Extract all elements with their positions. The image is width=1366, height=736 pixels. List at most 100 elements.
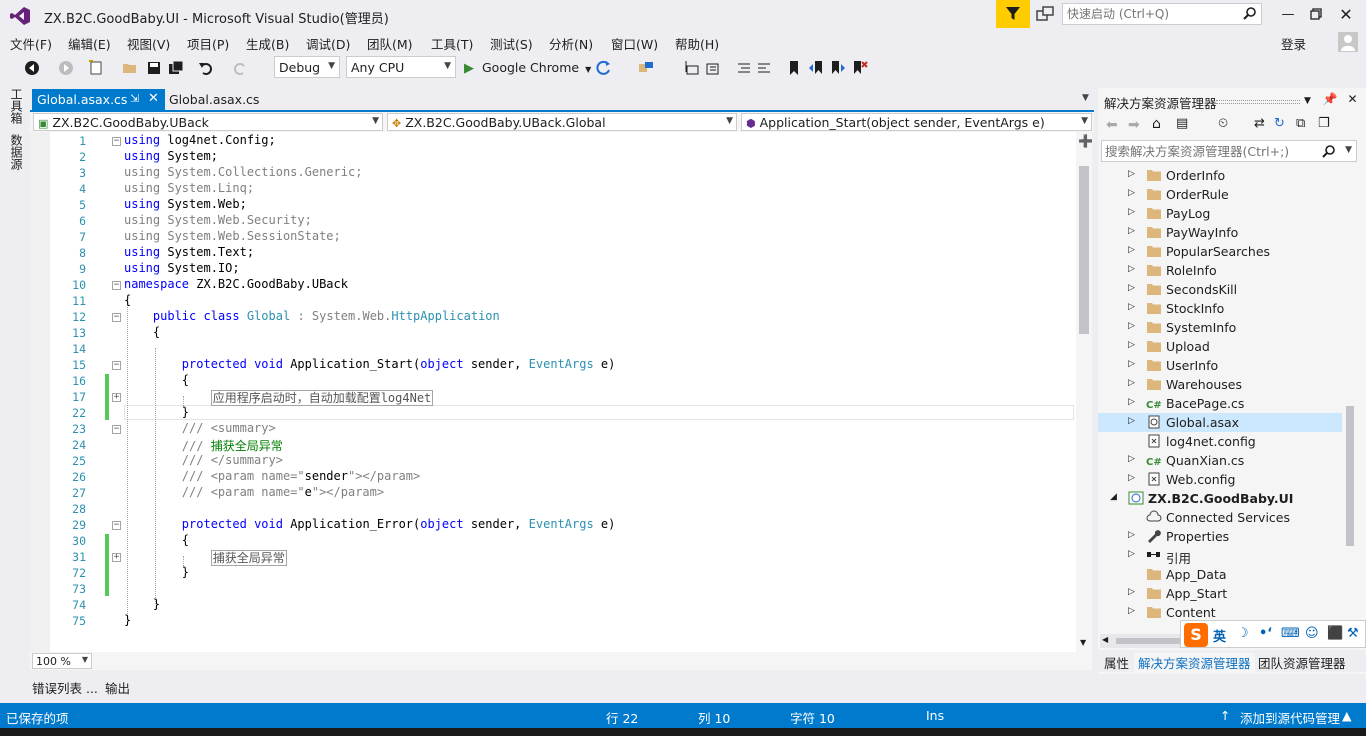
menu-edit[interactable]: 编辑(E) bbox=[68, 34, 111, 53]
outline-expand-toggle[interactable]: + bbox=[112, 553, 121, 562]
collapsed-region[interactable]: 捕获全局异常 bbox=[210, 550, 287, 566]
tree-expand-icon[interactable]: ▷ bbox=[1128, 416, 1135, 426]
search-icon[interactable] bbox=[1243, 6, 1257, 20]
tree-expand-icon[interactable]: ▷ bbox=[1128, 226, 1135, 236]
outline-collapse-toggle[interactable]: − bbox=[112, 521, 121, 530]
tree-expand-icon[interactable]: ▷ bbox=[1128, 302, 1135, 312]
tab-solution-explorer[interactable]: 解决方案资源管理器 bbox=[1134, 653, 1255, 672]
scrollbar-thumb[interactable] bbox=[1346, 406, 1354, 546]
outline-collapse-toggle[interactable]: − bbox=[112, 281, 121, 290]
tab-error-list[interactable]: 错误列表 ... bbox=[32, 678, 98, 697]
user-avatar-icon[interactable] bbox=[1338, 32, 1358, 52]
skin-icon[interactable]: ⬛ bbox=[1327, 626, 1343, 641]
tree-item[interactable]: ◢ ZX.B2C.GoodBaby.UI bbox=[1098, 489, 1342, 508]
tree-item[interactable]: ▷ C# QuanXian.cs bbox=[1098, 451, 1342, 470]
tree-item[interactable]: ▷ Global.asax bbox=[1098, 413, 1342, 432]
tree-expand-icon[interactable]: ▷ bbox=[1128, 321, 1135, 331]
browser-link-icon[interactable] bbox=[638, 60, 654, 76]
keyboard-icon[interactable]: ⌨ bbox=[1281, 626, 1300, 641]
chevron-down-icon[interactable]: ▼ bbox=[1345, 145, 1352, 155]
pending-changes-icon[interactable]: ⏲ bbox=[1218, 116, 1228, 131]
punctuation-icon[interactable]: •ʻ bbox=[1259, 626, 1272, 641]
tree-item[interactable]: ▷ OrderRule bbox=[1098, 185, 1342, 204]
tree-expand-icon[interactable]: ▷ bbox=[1128, 378, 1135, 388]
chevron-up-icon[interactable]: ▲ bbox=[1342, 708, 1352, 723]
collapse-all-icon[interactable]: ⧉ bbox=[1296, 116, 1305, 131]
quick-launch-box[interactable] bbox=[1062, 3, 1262, 25]
collapsed-region[interactable]: 应用程序启动时，自动加载配置log4Net bbox=[210, 390, 434, 406]
refresh-icon[interactable] bbox=[596, 60, 612, 76]
type-navigation-select[interactable]: ✥ ZX.B2C.GoodBaby.UBack.Global ▼ bbox=[387, 113, 737, 131]
outline-collapse-toggle[interactable]: − bbox=[112, 137, 121, 146]
menu-debug[interactable]: 调试(D) bbox=[306, 34, 350, 53]
tools-icon[interactable]: ⚒ bbox=[1347, 626, 1359, 641]
tree-item[interactable]: ▷ PayWayInfo bbox=[1098, 223, 1342, 242]
solution-search-input[interactable] bbox=[1102, 141, 1322, 161]
data-sources-tab[interactable]: 数据源 bbox=[8, 134, 25, 170]
scroll-left-icon[interactable]: ◀ bbox=[1102, 635, 1108, 644]
login-link[interactable]: 登录 bbox=[1281, 34, 1306, 53]
notification-filter-button[interactable] bbox=[996, 0, 1030, 28]
tree-expand-icon[interactable]: ▷ bbox=[1128, 283, 1135, 293]
tree-expand-icon[interactable]: ▷ bbox=[1128, 530, 1135, 540]
close-button[interactable]: ✕ bbox=[1334, 4, 1358, 24]
menu-project[interactable]: 项目(P) bbox=[187, 34, 229, 53]
close-icon[interactable]: ✕ bbox=[1348, 92, 1358, 106]
tree-expand-icon[interactable]: ▷ bbox=[1128, 188, 1135, 198]
menu-help[interactable]: 帮助(H) bbox=[675, 34, 719, 53]
search-icon[interactable] bbox=[1322, 144, 1336, 158]
scroll-down-icon[interactable]: ▼ bbox=[1080, 638, 1086, 647]
tree-item[interactable]: ▷ OrderInfo bbox=[1098, 166, 1342, 185]
tree-item[interactable]: ▷ Upload bbox=[1098, 337, 1342, 356]
close-tab-icon[interactable]: ✕ bbox=[148, 91, 159, 106]
tree-expand-icon[interactable]: ▷ bbox=[1128, 397, 1135, 407]
tree-expand-icon[interactable]: ▷ bbox=[1128, 264, 1135, 274]
solution-explorer-vertical-scrollbar[interactable] bbox=[1342, 166, 1358, 636]
tree-item[interactable]: ▷ Warehouses bbox=[1098, 375, 1342, 394]
solution-config-select[interactable]: Debug ▼ bbox=[274, 56, 340, 78]
add-to-source-control-button[interactable]: 添加到源代码管理 bbox=[1240, 708, 1340, 727]
menu-build[interactable]: 生成(B) bbox=[246, 34, 289, 53]
tree-item[interactable]: ▷ C# BacePage.cs bbox=[1098, 394, 1342, 413]
tab-team-explorer[interactable]: 团队资源管理器 bbox=[1258, 653, 1346, 672]
tab-overflow-dropdown-icon[interactable]: ▼ bbox=[1082, 93, 1089, 103]
uncomment-lines-icon[interactable] bbox=[756, 60, 772, 76]
tree-expand-icon[interactable]: ▷ bbox=[1128, 454, 1135, 464]
tree-expand-icon[interactable]: ▷ bbox=[1128, 207, 1135, 217]
menu-team[interactable]: 团队(M) bbox=[367, 34, 413, 53]
pin-icon[interactable]: 📌 bbox=[1323, 92, 1338, 106]
pin-icon[interactable]: ⇲ bbox=[130, 92, 139, 105]
panel-dropdown-icon[interactable]: ▼ bbox=[1304, 96, 1311, 106]
tree-expand-icon[interactable]: ▷ bbox=[1128, 245, 1135, 255]
bookmark-icon[interactable] bbox=[786, 60, 802, 76]
comment-lines-icon[interactable] bbox=[736, 60, 752, 76]
menu-file[interactable]: 文件(F) bbox=[10, 34, 52, 53]
previous-bookmark-icon[interactable] bbox=[808, 60, 824, 76]
tree-item[interactable]: ▷ SystemInfo bbox=[1098, 318, 1342, 337]
member-navigation-select[interactable]: ⬢ Application_Start(object sender, Event… bbox=[741, 113, 1092, 131]
tab-properties[interactable]: 属性 bbox=[1104, 653, 1129, 672]
project-navigation-select[interactable]: ▣ ZX.B2C.GoodBaby.UBack ▼ bbox=[33, 113, 383, 131]
start-debugging-button[interactable]: ▶ Google Chrome ▼ bbox=[464, 57, 591, 79]
tree-item[interactable]: ▷ App_Start bbox=[1098, 584, 1342, 603]
solution-explorer-search[interactable]: ▼ bbox=[1101, 140, 1357, 162]
quick-launch-input[interactable] bbox=[1063, 4, 1233, 24]
tab-global-asax-cs-active[interactable]: Global.asax.cs ⇲ ✕ bbox=[32, 89, 165, 110]
ime-mode-indicator[interactable]: 英 bbox=[1213, 626, 1226, 645]
outline-expand-toggle[interactable]: + bbox=[112, 393, 121, 402]
step-over-icon[interactable] bbox=[704, 60, 720, 76]
scrollbar-thumb[interactable] bbox=[1116, 638, 1186, 644]
tree-item[interactable]: App_Data bbox=[1098, 565, 1342, 584]
menu-analyze[interactable]: 分析(N) bbox=[549, 34, 593, 53]
undo-icon[interactable] bbox=[198, 60, 214, 76]
solution-platform-select[interactable]: Any CPU ▼ bbox=[346, 56, 456, 78]
user-icon[interactable]: ☺ bbox=[1305, 626, 1319, 641]
tree-item[interactable]: ▷ PopularSearches bbox=[1098, 242, 1342, 261]
half-width-icon[interactable]: ☽ bbox=[1237, 626, 1249, 641]
home-icon[interactable]: ⌂ bbox=[1152, 116, 1161, 132]
tree-expand-icon[interactable]: ▷ bbox=[1128, 169, 1135, 179]
forward-icon[interactable] bbox=[58, 60, 74, 76]
sync-icon[interactable]: ⇄ bbox=[1254, 116, 1265, 131]
tree-expand-icon[interactable]: ▷ bbox=[1128, 549, 1135, 559]
save-all-icon[interactable] bbox=[168, 60, 184, 76]
